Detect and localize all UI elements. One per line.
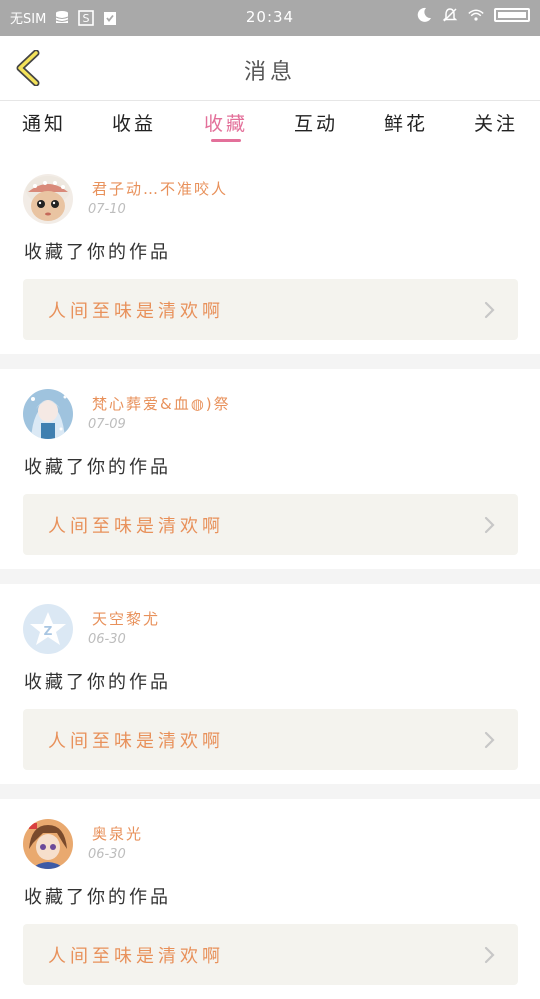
work-title: 人间至味是清欢啊 xyxy=(48,946,224,967)
work-link[interactable]: 人间至味是清欢啊 xyxy=(23,924,518,985)
tab-bar: 通知 收益 收藏 互动 鲜花 关注 xyxy=(0,101,540,153)
username[interactable]: 梵心葬爱&血◍)祭 xyxy=(92,393,231,414)
status-bar: 无SIM S 20:34 xyxy=(0,0,540,36)
tab-interactions[interactable]: 互动 xyxy=(294,109,338,136)
nav-bar: 消息 xyxy=(0,36,540,101)
tab-notifications[interactable]: 通知 xyxy=(22,109,66,136)
doll-avatar-icon xyxy=(23,174,73,224)
username[interactable]: 奥泉光 xyxy=(92,823,143,844)
message-date: 06-30 xyxy=(88,632,126,647)
anime-boy-avatar-icon xyxy=(23,819,73,869)
tab-following[interactable]: 关注 xyxy=(474,109,518,136)
work-title: 人间至味是清欢啊 xyxy=(48,301,224,322)
tab-earnings[interactable]: 收益 xyxy=(112,109,156,136)
work-title: 人间至味是清欢啊 xyxy=(48,516,224,537)
qzone-star-avatar-icon: Z xyxy=(23,604,73,654)
username[interactable]: 天空黎尤 xyxy=(92,608,160,629)
message-card: 君子动…不准咬人 07-10 收藏了你的作品 人间至味是清欢啊 xyxy=(0,154,540,354)
username[interactable]: 君子动…不准咬人 xyxy=(92,178,228,199)
message-list: 君子动…不准咬人 07-10 收藏了你的作品 人间至味是清欢啊 梵心葬爱&血◍)… xyxy=(0,154,540,999)
work-link[interactable]: 人间至味是清欢啊 xyxy=(23,709,518,770)
tab-flowers[interactable]: 鲜花 xyxy=(384,109,428,136)
battery-icon xyxy=(494,8,530,22)
work-link[interactable]: 人间至味是清欢啊 xyxy=(23,494,518,555)
section-divider xyxy=(0,569,540,584)
work-title: 人间至味是清欢啊 xyxy=(48,731,224,752)
tab-favorites[interactable]: 收藏 xyxy=(204,109,248,136)
action-text: 收藏了你的作品 xyxy=(24,242,171,263)
message-card: 奥泉光 06-30 收藏了你的作品 人间至味是清欢啊 xyxy=(0,799,540,999)
chevron-right-icon xyxy=(484,301,495,319)
page-title: 消息 xyxy=(243,60,296,85)
anime-girl-avatar-icon xyxy=(23,389,73,439)
action-text: 收藏了你的作品 xyxy=(24,887,171,908)
user-avatar[interactable]: Z xyxy=(23,604,73,654)
status-right xyxy=(416,7,530,23)
chevron-right-icon xyxy=(484,731,495,749)
message-card: Z 天空黎尤 06-30 收藏了你的作品 人间至味是清欢啊 xyxy=(0,584,540,784)
active-tab-indicator xyxy=(211,139,241,142)
svg-text:Z: Z xyxy=(44,624,53,638)
user-avatar[interactable] xyxy=(23,389,73,439)
chevron-right-icon xyxy=(484,946,495,964)
moon-icon xyxy=(417,7,431,22)
section-divider xyxy=(0,354,540,369)
message-date: 07-10 xyxy=(88,202,126,217)
action-text: 收藏了你的作品 xyxy=(24,457,171,478)
user-avatar[interactable] xyxy=(23,174,73,224)
work-link[interactable]: 人间至味是清欢啊 xyxy=(23,279,518,340)
section-divider xyxy=(0,784,540,799)
bell-off-icon xyxy=(442,8,458,22)
message-date: 06-30 xyxy=(88,847,126,862)
message-date: 07-09 xyxy=(88,417,126,432)
chevron-right-icon xyxy=(484,516,495,534)
message-card: 梵心葬爱&血◍)祭 07-09 收藏了你的作品 人间至味是清欢啊 xyxy=(0,369,540,569)
wifi-icon xyxy=(468,9,484,21)
user-avatar[interactable] xyxy=(23,819,73,869)
action-text: 收藏了你的作品 xyxy=(24,672,171,693)
